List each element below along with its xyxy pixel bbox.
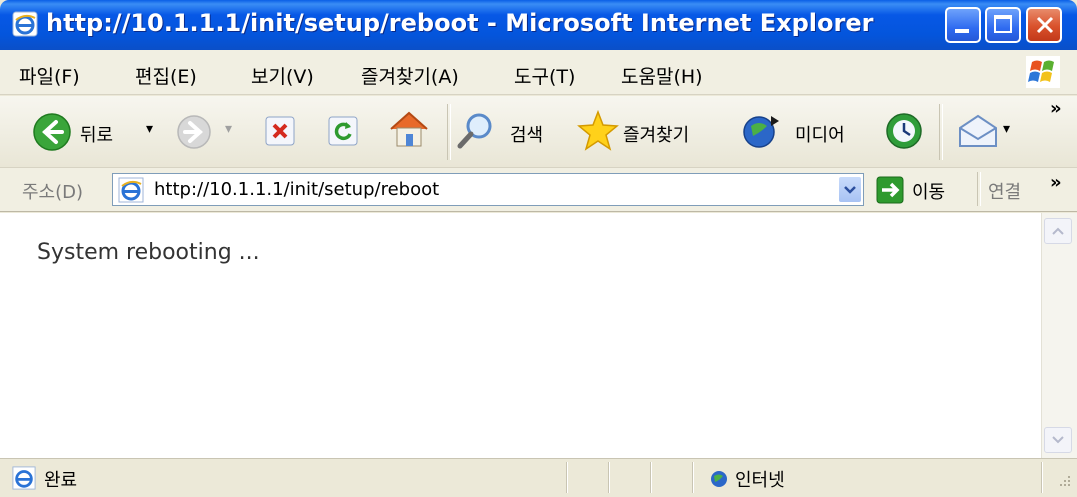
maximize-icon	[994, 15, 1012, 33]
home-icon[interactable]	[387, 109, 431, 149]
menu-help[interactable]: 도움말(H)	[621, 62, 703, 89]
mail-icon[interactable]	[956, 112, 1000, 150]
address-url[interactable]: http://10.1.1.1/init/setup/reboot	[154, 179, 439, 200]
menu-view[interactable]: 보기(V)	[251, 62, 314, 89]
page-status-icon	[12, 466, 36, 490]
forward-dropdown-icon[interactable]: ▾	[225, 121, 232, 137]
status-panel-divider	[608, 462, 610, 493]
back-button-label[interactable]: 뒤로	[80, 121, 113, 147]
ie-icon	[12, 11, 38, 37]
resize-grip-icon[interactable]	[1056, 474, 1072, 490]
globe-icon	[711, 471, 727, 487]
favorites-star-icon[interactable]	[576, 109, 620, 153]
window-title: http://10.1.1.1/init/setup/reboot - Micr…	[46, 9, 874, 37]
chevron-down-icon	[844, 186, 856, 194]
scroll-down-button[interactable]	[1044, 427, 1072, 453]
vertical-scrollbar[interactable]	[1041, 213, 1077, 458]
go-arrow-icon[interactable]	[876, 176, 904, 204]
back-arrow-icon[interactable]	[32, 112, 72, 152]
minimize-button[interactable]	[945, 7, 981, 43]
toolbar-separator	[447, 104, 451, 160]
chevron-down-icon	[1052, 436, 1064, 444]
address-label: 주소(D)	[22, 182, 84, 203]
search-icon[interactable]	[455, 110, 495, 152]
maximize-button[interactable]	[985, 7, 1021, 43]
reboot-message: System rebooting ...	[37, 240, 260, 265]
links-label[interactable]: 연결	[988, 178, 1021, 204]
mail-dropdown-icon[interactable]: ▾	[1003, 121, 1010, 137]
status-panel-divider	[692, 462, 694, 493]
status-panel-divider	[650, 462, 652, 493]
links-overflow-icon[interactable]: »	[1050, 172, 1062, 193]
close-icon	[1036, 16, 1054, 34]
menu-favorites[interactable]: 즐겨찾기(A)	[361, 62, 459, 89]
menu-file[interactable]: 파일(F)	[19, 62, 80, 89]
windows-logo-icon	[1026, 56, 1060, 88]
close-button[interactable]	[1026, 7, 1062, 43]
menu-edit[interactable]: 편집(E)	[135, 62, 197, 89]
back-dropdown-icon[interactable]: ▾	[146, 121, 153, 137]
favorites-button-label[interactable]: 즐겨찾기	[623, 121, 689, 147]
status-panel-divider	[1041, 462, 1043, 493]
browser-window: http://10.1.1.1/init/setup/reboot - Micr…	[0, 0, 1077, 497]
menu-tools[interactable]: 도구(T)	[514, 62, 575, 89]
page-icon	[118, 177, 144, 203]
address-separator	[977, 172, 981, 206]
toolbar-separator	[939, 104, 943, 160]
media-icon[interactable]	[741, 112, 783, 150]
stop-icon[interactable]	[264, 115, 296, 147]
status-text: 완료	[44, 470, 78, 491]
forward-arrow-icon[interactable]	[176, 114, 212, 150]
go-button-label[interactable]: 이동	[912, 178, 945, 204]
refresh-icon[interactable]	[327, 115, 359, 147]
security-zone-label: 인터넷	[735, 470, 785, 491]
scroll-up-button[interactable]	[1044, 218, 1072, 244]
search-button-label[interactable]: 검색	[510, 121, 543, 147]
status-panel-divider	[566, 462, 568, 493]
address-dropdown-button[interactable]	[838, 176, 862, 203]
minimize-icon	[955, 29, 969, 33]
toolbar-overflow-icon[interactable]: »	[1050, 98, 1062, 119]
media-button-label[interactable]: 미디어	[795, 121, 845, 147]
chevron-up-icon	[1052, 227, 1064, 235]
status-bar	[0, 458, 1077, 497]
history-icon[interactable]	[884, 111, 924, 151]
